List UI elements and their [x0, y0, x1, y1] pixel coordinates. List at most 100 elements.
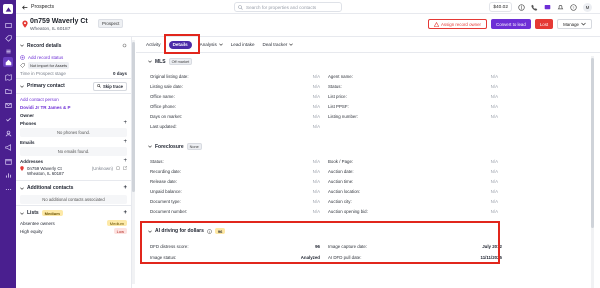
ai-driving-highlight	[140, 221, 500, 264]
chevron-down-icon	[148, 60, 152, 63]
record-tag[interactable]: Not import for Assets	[28, 61, 70, 69]
field-label: Status:	[328, 83, 342, 89]
calendar-icon[interactable]	[3, 156, 13, 166]
user-warning-icon	[434, 21, 439, 27]
field-row: Listing number: N/A	[328, 113, 498, 119]
dollar-icon[interactable]	[518, 3, 525, 11]
copy-icon[interactable]	[116, 166, 120, 170]
chat-icon[interactable]	[544, 4, 551, 11]
field-value: N/A	[490, 73, 498, 79]
chevron-down-icon	[218, 43, 223, 46]
list-item-level: Medium	[106, 220, 127, 226]
field-value: N/A	[490, 93, 498, 99]
skip-trace-button[interactable]: Skip trace	[92, 81, 127, 91]
field-row: Release date: N/A	[150, 178, 320, 184]
details-tab-highlight	[164, 34, 200, 54]
folder-icon[interactable]	[3, 86, 13, 96]
add-phone-icon[interactable]: +	[123, 120, 127, 126]
field-value: N/A	[312, 168, 320, 174]
inbox-icon[interactable]	[3, 20, 13, 30]
phones-empty: No phones found.	[20, 128, 127, 137]
user-icon[interactable]	[3, 128, 13, 138]
field-row: Auction opening bid: N/A	[328, 208, 498, 214]
left-panel: Record details Add record status Not imp…	[16, 37, 132, 288]
add-address-icon[interactable]: +	[123, 158, 127, 164]
assign-owner-label: Assign record owner	[441, 21, 482, 27]
chart-icon[interactable]	[3, 170, 13, 180]
lists-header[interactable]: Lists Medium +	[16, 207, 131, 219]
chevron-down-icon	[20, 186, 24, 190]
left-panel-scrollbar[interactable]	[132, 40, 135, 284]
app-nav-rail	[0, 0, 16, 288]
field-row: Days on market: N/A	[150, 113, 320, 119]
add-contact-person-link[interactable]: Add contact person	[20, 97, 59, 102]
field-row: Agent name: N/A	[328, 73, 498, 79]
mls-status-chip: Off market	[168, 58, 193, 65]
additional-contacts-empty: No additional contacts associated	[20, 195, 127, 204]
record-details-title: Record details	[27, 42, 62, 49]
user-avatar[interactable]: M	[583, 2, 592, 12]
back-to-prospects-link[interactable]: Prospects	[22, 4, 54, 10]
external-link-icon[interactable]	[123, 166, 127, 170]
tab-label: Activity	[146, 42, 161, 47]
field-row: Last updated: N/A	[150, 123, 320, 129]
list-item[interactable]: Absentee owners Medium	[16, 219, 131, 227]
add-contact-icon[interactable]: +	[123, 185, 127, 191]
megaphone-icon[interactable]	[3, 142, 13, 152]
field-label: List price:	[328, 93, 347, 99]
back-label: Prospects	[31, 4, 55, 10]
more-icon[interactable]	[3, 184, 13, 194]
add-list-icon[interactable]: +	[123, 210, 127, 216]
search-placeholder: Search for properties and contacts	[246, 4, 317, 10]
field-value: N/A	[490, 113, 498, 119]
field-value: N/A	[312, 93, 320, 99]
phone-icon[interactable]	[531, 4, 538, 11]
tab-label: Analysis	[199, 42, 217, 47]
main-scrollbar[interactable]	[591, 56, 594, 288]
tab-activity[interactable]: Activity	[146, 42, 161, 47]
help-icon[interactable]: ?	[570, 3, 577, 11]
mls-section-header[interactable]: MLS Off market	[148, 58, 193, 65]
record-details-header[interactable]: Record details	[16, 41, 131, 50]
tab-label: Lead intake	[230, 42, 255, 47]
list-icon[interactable]	[3, 46, 13, 56]
chevron-down-icon	[148, 145, 152, 148]
settings-icon[interactable]	[122, 43, 127, 48]
field-row: List PPSF: N/A	[328, 103, 498, 109]
tab-lead-intake[interactable]: Lead intake	[231, 42, 255, 47]
tab-analysis[interactable]: Analysis	[200, 42, 223, 47]
chevron-down-icon[interactable]	[20, 84, 24, 88]
property-header: 0n759 Waverly Ct Wheaton, IL 60187 Prosp…	[16, 14, 600, 37]
add-email-icon[interactable]: +	[123, 139, 127, 145]
tag-icon[interactable]	[3, 33, 13, 43]
foreclosure-section-header[interactable]: Foreclosure None	[148, 143, 202, 150]
field-value: N/A	[312, 188, 320, 194]
mail-icon[interactable]	[3, 100, 13, 110]
field-row: Auction date: N/A	[328, 168, 498, 174]
contact-name-link[interactable]: Dovidi Jr TR James & P	[20, 105, 71, 110]
chevron-down-icon	[20, 211, 24, 215]
tab-deal-tracker[interactable]: Deal tracker	[263, 42, 294, 47]
field-value: N/A	[312, 103, 320, 109]
app-logo-icon[interactable]	[3, 4, 13, 14]
search-icon	[97, 84, 101, 88]
additional-contacts-header[interactable]: Additional contacts +	[16, 182, 131, 194]
manage-label: Manage	[563, 21, 579, 27]
field-row: Original listing date: N/A	[150, 73, 320, 79]
home-icon[interactable]	[3, 57, 13, 67]
list-item[interactable]: High equity Low	[16, 227, 131, 235]
checklist-icon[interactable]	[3, 114, 13, 124]
map-icon[interactable]	[3, 72, 13, 82]
location-pin-icon	[22, 20, 28, 28]
add-record-status-link[interactable]: Add record status	[16, 53, 131, 61]
convert-to-lead-button[interactable]: Convert to lead	[491, 19, 531, 29]
lost-button[interactable]: Lost	[534, 19, 554, 29]
global-search-input[interactable]: Search for properties and contacts	[234, 2, 342, 12]
manage-dropdown[interactable]: Manage	[557, 19, 592, 29]
assign-owner-button[interactable]: Assign record owner	[428, 19, 488, 29]
credits-balance[interactable]: $40.02	[489, 2, 512, 12]
field-row: Listing sale date: N/A	[150, 83, 320, 89]
field-row: Auction time: N/A	[328, 178, 498, 184]
field-row: Document number: N/A	[150, 208, 320, 214]
bell-icon[interactable]	[557, 4, 564, 11]
